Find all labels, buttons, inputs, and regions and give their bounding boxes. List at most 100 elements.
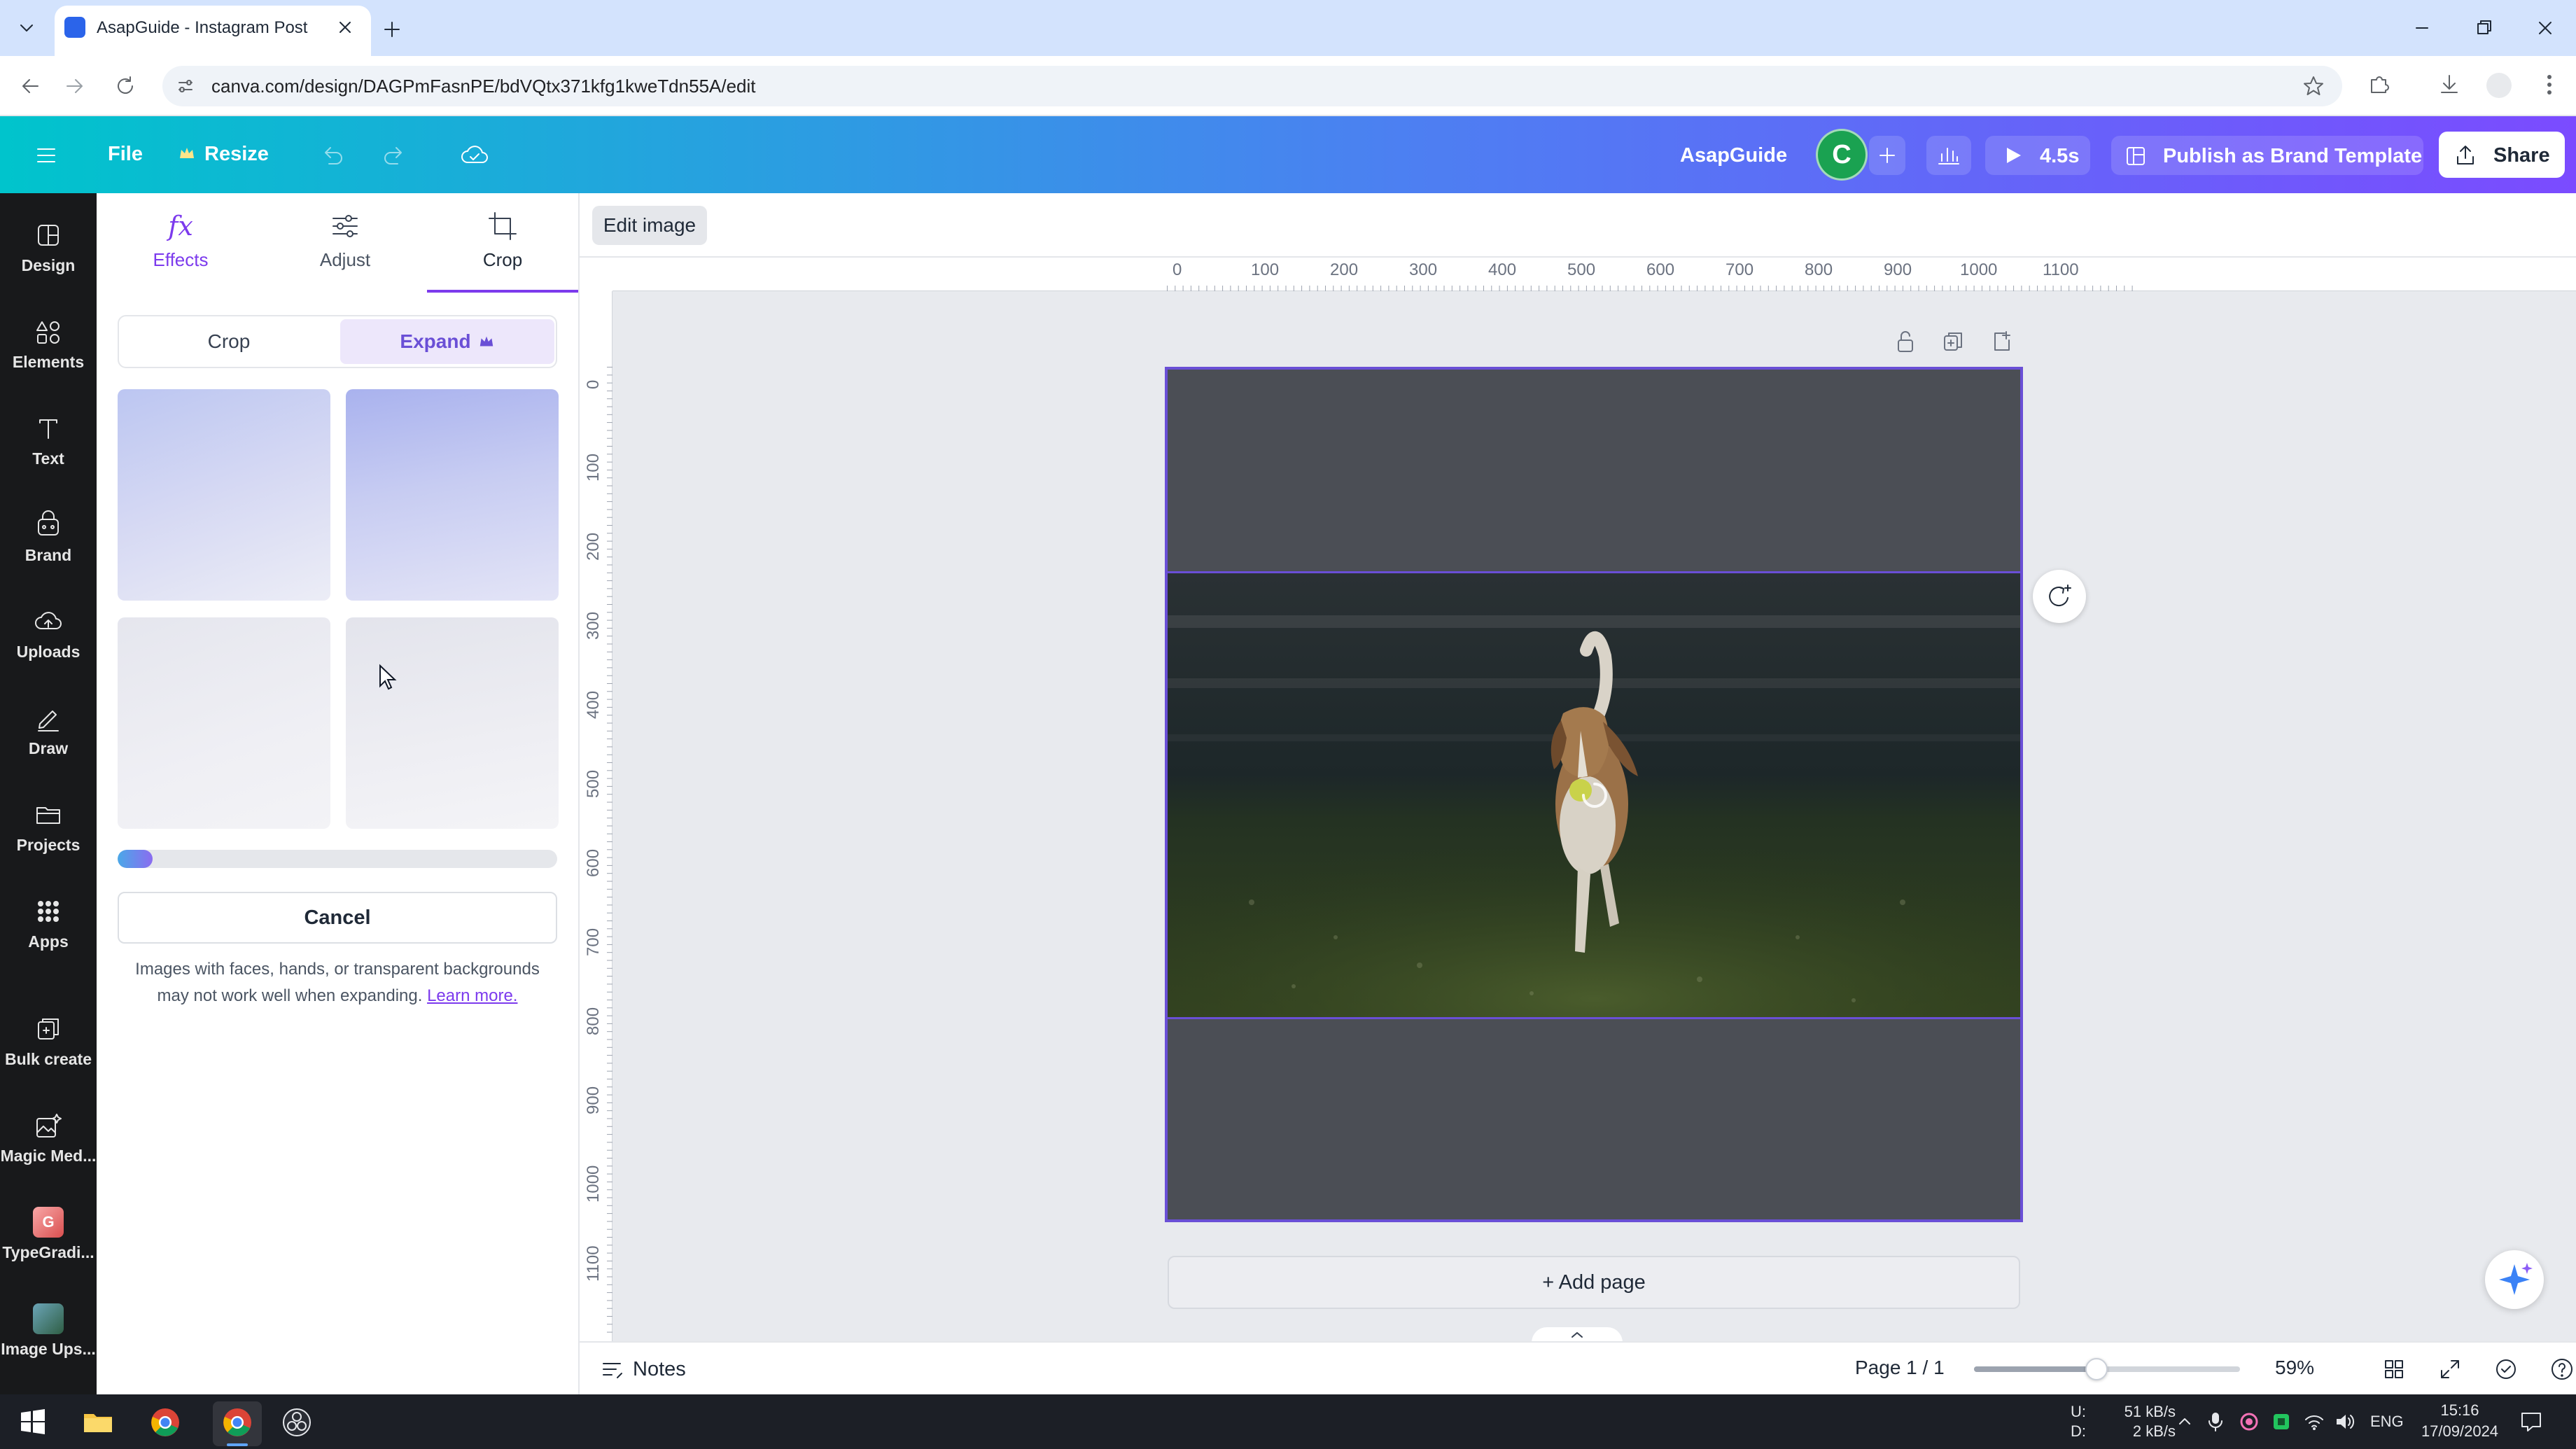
browser-tab-active[interactable]: AsapGuide - Instagram Post bbox=[55, 6, 371, 56]
wifi-icon[interactable] bbox=[2303, 1411, 2325, 1432]
page-indicator[interactable]: Page 1 / 1 bbox=[1855, 1357, 1945, 1379]
tab-effects[interactable]: fx Effects bbox=[100, 210, 261, 291]
add-page-button[interactable]: + Add page bbox=[1168, 1256, 2020, 1309]
expand-result-thumbnail[interactable] bbox=[346, 389, 559, 601]
profile-avatar[interactable] bbox=[2486, 73, 2512, 98]
cancel-button[interactable]: Cancel bbox=[118, 892, 557, 944]
rail-item-apps[interactable]: Apps bbox=[0, 878, 97, 969]
forward-button[interactable] bbox=[60, 71, 90, 101]
notifications-icon[interactable] bbox=[2519, 1410, 2544, 1434]
context-toolbar bbox=[580, 193, 2576, 258]
new-tab-button[interactable] bbox=[378, 15, 406, 43]
clock-time[interactable]: 15:16 bbox=[2421, 1401, 2499, 1420]
window-minimize-button[interactable] bbox=[2408, 14, 2436, 42]
back-button[interactable] bbox=[15, 71, 45, 101]
present-button[interactable]: 4.5s bbox=[1985, 136, 2090, 175]
address-bar[interactable]: canva.com/design/DAGPmFasnPE/bdVQtx371kf… bbox=[162, 66, 2342, 106]
bookmark-star-icon[interactable] bbox=[2302, 74, 2325, 98]
tab-label: Adjust bbox=[319, 249, 371, 270]
fullscreen-icon[interactable] bbox=[2436, 1355, 2464, 1383]
resize-button[interactable]: Resize bbox=[204, 143, 269, 166]
extensions-icon[interactable] bbox=[2365, 70, 2394, 99]
file-menu-button[interactable]: File bbox=[108, 143, 143, 166]
windows-start-icon[interactable] bbox=[20, 1408, 46, 1435]
rail-item-brand[interactable]: Brand bbox=[0, 491, 97, 582]
expand-result-thumbnail[interactable] bbox=[118, 389, 330, 601]
tab-crop[interactable]: Crop bbox=[422, 210, 583, 291]
learn-more-link[interactable]: Learn more. bbox=[427, 986, 517, 1005]
rail-item-text[interactable]: Text bbox=[0, 395, 97, 486]
ruler-tick-label: 0 bbox=[584, 379, 603, 389]
undo-icon[interactable] bbox=[316, 140, 347, 171]
ruler-tick-label: 900 bbox=[584, 1086, 603, 1114]
window-close-button[interactable] bbox=[2531, 14, 2559, 42]
rail-item-magic-media[interactable]: Magic Med... bbox=[0, 1092, 97, 1183]
check-status-icon[interactable] bbox=[2492, 1355, 2520, 1383]
notes-icon bbox=[603, 1363, 622, 1378]
chrome-active-icon[interactable] bbox=[213, 1401, 262, 1446]
clock-date[interactable]: 17/09/2024 bbox=[2416, 1422, 2503, 1441]
insights-button[interactable] bbox=[1926, 136, 1971, 175]
rail-item-design[interactable]: Design bbox=[0, 202, 97, 293]
obs-recorder-icon[interactable] bbox=[281, 1407, 312, 1438]
typegradient-app-icon: G bbox=[33, 1206, 64, 1238]
duplicate-icon[interactable] bbox=[1940, 328, 1966, 356]
chevron-up-icon[interactable] bbox=[2174, 1411, 2195, 1432]
crop-expand-toggle: Crop Expand bbox=[118, 315, 557, 368]
app-tray-icon[interactable] bbox=[2271, 1411, 2292, 1432]
canva-favicon-icon bbox=[64, 17, 85, 38]
tab-adjust[interactable]: Adjust bbox=[265, 210, 426, 291]
language-indicator[interactable]: ENG bbox=[2370, 1413, 2404, 1431]
grid-view-icon[interactable] bbox=[2380, 1355, 2408, 1383]
window-restore-button[interactable] bbox=[2470, 14, 2498, 42]
volume-icon[interactable] bbox=[2334, 1411, 2356, 1432]
share-upload-icon bbox=[2453, 143, 2478, 168]
rail-item-bulk-create[interactable]: Bulk create bbox=[0, 995, 97, 1086]
segment-crop[interactable]: Crop bbox=[122, 319, 336, 364]
add-page-icon[interactable] bbox=[1989, 328, 2015, 356]
lock-icon[interactable] bbox=[1893, 328, 1918, 356]
close-icon[interactable] bbox=[333, 15, 357, 39]
reload-button[interactable] bbox=[111, 71, 140, 101]
zoom-level[interactable]: 59% bbox=[2275, 1357, 2314, 1379]
team-name[interactable]: AsapGuide bbox=[1680, 144, 1787, 167]
notes-button[interactable]: Notes bbox=[599, 1354, 718, 1385]
help-icon[interactable] bbox=[2548, 1355, 2576, 1383]
record-indicator-icon[interactable] bbox=[2239, 1411, 2260, 1432]
main-menu-icon[interactable] bbox=[32, 141, 60, 169]
cloud-saved-icon[interactable] bbox=[458, 140, 491, 171]
rail-item-typegradient[interactable]: G TypeGradi... bbox=[0, 1189, 97, 1280]
publish-brand-template-button[interactable]: Publish as Brand Template bbox=[2111, 136, 2423, 175]
zoom-slider-handle[interactable] bbox=[2085, 1358, 2108, 1380]
side-rail: Design Elements Text Brand Uploads Draw … bbox=[0, 193, 97, 1394]
browser-menu-icon[interactable] bbox=[2535, 70, 2563, 99]
url-text[interactable]: canva.com/design/DAGPmFasnPE/bdVQtx371kf… bbox=[211, 76, 756, 97]
zoom-slider[interactable] bbox=[1974, 1358, 2240, 1380]
expand-result-thumbnail[interactable] bbox=[346, 617, 559, 829]
rail-item-uploads[interactable]: Uploads bbox=[0, 588, 97, 679]
rail-item-elements[interactable]: Elements bbox=[0, 298, 97, 389]
rail-item-draw[interactable]: Draw bbox=[0, 685, 97, 776]
file-explorer-icon[interactable] bbox=[83, 1408, 113, 1435]
rail-item-projects[interactable]: Projects bbox=[0, 781, 97, 872]
pages-drawer-handle[interactable] bbox=[1532, 1327, 1623, 1343]
site-info-icon[interactable] bbox=[175, 76, 196, 97]
magic-assistant-button[interactable] bbox=[2485, 1250, 2544, 1309]
chrome-icon[interactable] bbox=[150, 1407, 181, 1438]
ruler-tick-label: 700 bbox=[584, 927, 603, 956]
expand-result-thumbnail[interactable] bbox=[118, 617, 330, 829]
tab-search-button[interactable] bbox=[13, 14, 41, 42]
chevron-up-icon bbox=[1572, 1332, 1583, 1338]
edit-image-button[interactable]: Edit image bbox=[592, 206, 707, 245]
microphone-icon[interactable] bbox=[2205, 1410, 2226, 1434]
redo-icon[interactable] bbox=[379, 140, 410, 171]
download-icon[interactable] bbox=[2435, 70, 2464, 99]
bar-chart-icon bbox=[1938, 148, 1959, 164]
rail-item-image-upscaler[interactable]: Image Ups... bbox=[0, 1285, 97, 1376]
avatar[interactable]: C bbox=[1816, 129, 1868, 181]
reload-icon bbox=[118, 76, 133, 94]
magic-edit-button[interactable] bbox=[2033, 570, 2086, 623]
segment-expand[interactable]: Expand bbox=[340, 319, 554, 364]
share-button[interactable]: Share bbox=[2439, 132, 2565, 178]
invite-button[interactable] bbox=[1869, 136, 1905, 175]
